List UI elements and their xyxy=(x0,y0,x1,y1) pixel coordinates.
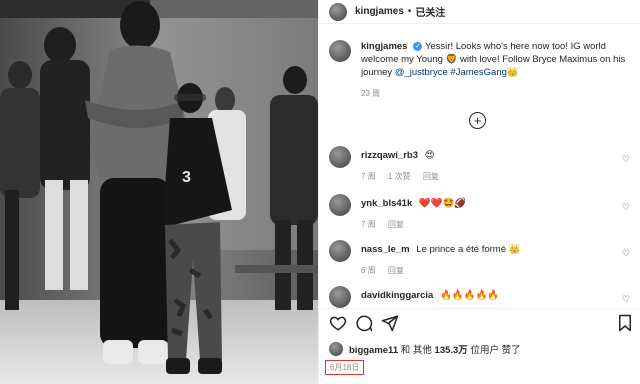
comment-text: nass_le_m Le prince a été formé 👑 xyxy=(361,244,520,255)
likes-summary: biggame11 和 其他 135.3万 位用户 赞了 xyxy=(329,342,521,356)
liker-username[interactable]: biggame11 xyxy=(349,345,398,356)
comment-body: Le prince a été formé 👑 xyxy=(416,244,521,255)
comment-icon[interactable] xyxy=(355,314,373,332)
comment-meta: 7 周 回复 xyxy=(361,219,414,230)
comment-heart-icon[interactable]: ♡ xyxy=(622,294,630,305)
comment-username[interactable]: ynk_bls41k xyxy=(361,198,412,209)
post-panel: kingjames • 已关注 kingjames ✓ Yessir! Looks… xyxy=(318,0,640,384)
comment-text: davidkinggarcia 🔥🔥🔥🔥🔥 xyxy=(361,290,499,301)
comment-item: nass_le_m Le prince a été formé 👑 6 周 回复… xyxy=(329,240,634,280)
caption-emoji-end: 👑 xyxy=(506,67,519,78)
likes-text: biggame11 和 其他 135.3万 位用户 赞了 xyxy=(349,342,521,356)
plus-circle-icon[interactable]: + xyxy=(469,112,486,129)
caption-avatar[interactable] xyxy=(329,40,351,62)
comment-meta: 7 周 1 次赞 回复 xyxy=(361,171,449,182)
comment-username[interactable]: nass_le_m xyxy=(361,244,410,255)
comment-heart-icon[interactable]: ♡ xyxy=(622,202,630,213)
comment-avatar[interactable] xyxy=(329,286,351,308)
comment-username[interactable]: davidkinggarcia xyxy=(361,290,433,301)
photo-illustration: 3 xyxy=(0,0,318,384)
author-avatar[interactable] xyxy=(329,2,347,21)
comment-reply-button[interactable]: 回复 xyxy=(388,220,404,229)
comment-avatar[interactable] xyxy=(329,240,351,262)
comment-time: 7 周 xyxy=(361,172,376,181)
post-photo[interactable]: 3 xyxy=(0,0,318,384)
post-actions xyxy=(329,314,634,334)
comment-text: ynk_bls41k ❤️❤️🤩🏈 xyxy=(361,198,466,209)
send-icon[interactable] xyxy=(381,314,399,332)
comment-body: 🔥🔥🔥🔥🔥 xyxy=(439,290,500,301)
author-username[interactable]: kingjames xyxy=(355,6,404,17)
comment-time: 7 周 xyxy=(361,220,376,229)
comment-text: rizzqawi_rb3 😍 xyxy=(361,150,435,161)
comment-reply-button[interactable]: 回复 xyxy=(388,266,404,275)
comment-body: ❤️❤️🤩🏈 xyxy=(418,198,467,209)
comment-item: rizzqawi_rb3 😍 7 周 1 次赞 回复 ♡ xyxy=(329,146,634,186)
comment-username[interactable]: rizzqawi_rb3 xyxy=(361,150,418,161)
likes-connector: 和 其他 xyxy=(400,345,432,356)
caption-hashtag-link[interactable]: #JamesGang xyxy=(450,67,507,78)
comment-item: ynk_bls41k ❤️❤️🤩🏈 7 周 回复 ♡ xyxy=(329,194,634,234)
caption-body: kingjames ✓ Yessir! Looks who's here now … xyxy=(361,40,631,79)
divider xyxy=(319,308,640,309)
header-separator: • xyxy=(407,6,412,17)
follow-status-button[interactable]: 已关注 xyxy=(415,4,445,19)
post-date[interactable]: 6月18日 xyxy=(325,360,365,375)
comment-meta: 6 周 回复 xyxy=(361,265,414,276)
comment-body: 😍 xyxy=(424,150,435,161)
bookmark-icon[interactable] xyxy=(616,314,634,332)
likes-suffix: 位用户 赞了 xyxy=(470,345,521,356)
comment-reply-button[interactable]: 回复 xyxy=(423,172,439,181)
comment-heart-icon[interactable]: ♡ xyxy=(622,248,630,259)
heart-icon[interactable] xyxy=(329,314,347,332)
likes-count[interactable]: 135.3万 xyxy=(435,345,468,356)
caption-time: 23 周 xyxy=(361,89,381,98)
caption-mention-link[interactable]: @_justbryce xyxy=(395,67,448,78)
comment-avatar[interactable] xyxy=(329,194,351,216)
liker-avatar[interactable] xyxy=(329,342,343,356)
comment-like-count[interactable]: 1 次赞 xyxy=(388,172,411,181)
comment-time: 6 周 xyxy=(361,266,376,275)
comment-item: davidkinggarcia 🔥🔥🔥🔥🔥 ♡ xyxy=(329,286,634,308)
post-caption: kingjames ✓ Yessir! Looks who's here now … xyxy=(329,40,634,79)
verified-badge-icon: ✓ xyxy=(413,41,423,51)
comment-heart-icon[interactable]: ♡ xyxy=(622,154,630,165)
post-header: kingjames • 已关注 xyxy=(319,0,640,24)
caption-username[interactable]: kingjames xyxy=(361,41,407,52)
svg-text:3: 3 xyxy=(182,169,191,186)
comment-avatar[interactable] xyxy=(329,146,351,168)
caption-emoji-mid: 🦁 xyxy=(445,54,458,65)
